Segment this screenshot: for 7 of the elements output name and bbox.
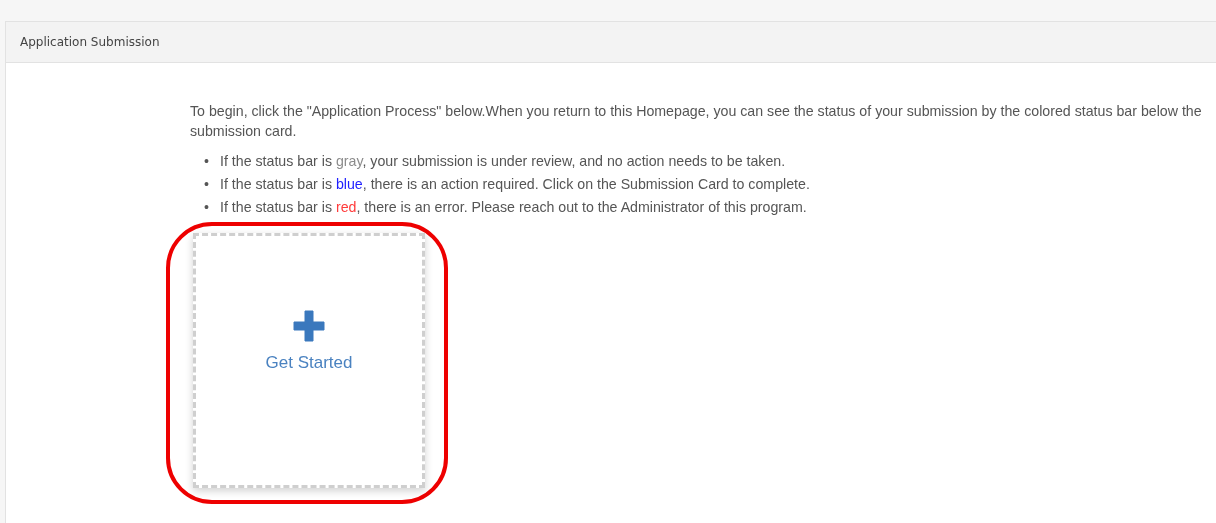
status-bullet: • If the status bar is red, there is an error. Please reach out to the Administrator of this program. [204, 198, 807, 217]
instructions-text: To begin, click the "Application Process" below.When you return to this Homepage, you can see the status of your submission by the colored status bar below the submission card. [190, 102, 1203, 141]
status-bullet: • If the status bar is blue, there is an action required. Click on the Submission Card to complete. [204, 175, 810, 194]
get-started-card[interactable]: Get Started [193, 233, 425, 488]
status-bullet: • If the status bar is gray, your submission is under review, and no action needs to be taken. [204, 152, 786, 171]
plus-icon [292, 308, 326, 343]
panel-title: Application Submission [20, 35, 160, 49]
